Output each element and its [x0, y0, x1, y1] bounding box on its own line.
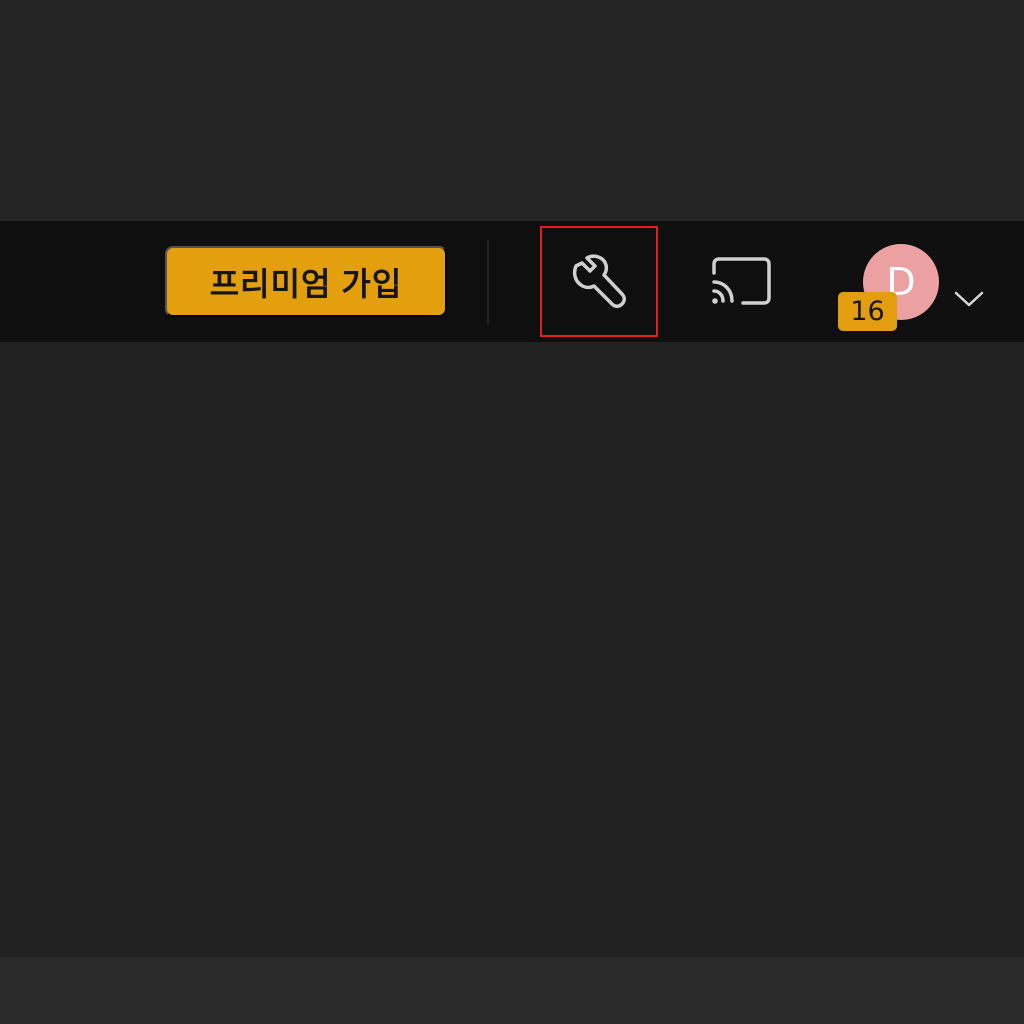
premium-signup-button[interactable]: 프리미엄 가입 — [165, 246, 447, 317]
wrench-icon — [572, 254, 626, 308]
top-area — [0, 0, 1024, 221]
chevron-down-icon[interactable] — [954, 289, 984, 309]
toolbar-divider — [487, 240, 489, 324]
account-menu-button[interactable]: D 16 — [838, 243, 998, 335]
tools-button[interactable] — [540, 226, 658, 337]
notification-count-badge: 16 — [838, 292, 897, 331]
bottom-strip — [0, 957, 1024, 1024]
cast-icon — [712, 257, 771, 305]
page: 프리미엄 가입 D 16 — [0, 0, 1024, 1024]
content-area — [0, 342, 1024, 957]
cast-button[interactable] — [705, 246, 777, 318]
top-toolbar: 프리미엄 가입 D 16 — [0, 221, 1024, 342]
